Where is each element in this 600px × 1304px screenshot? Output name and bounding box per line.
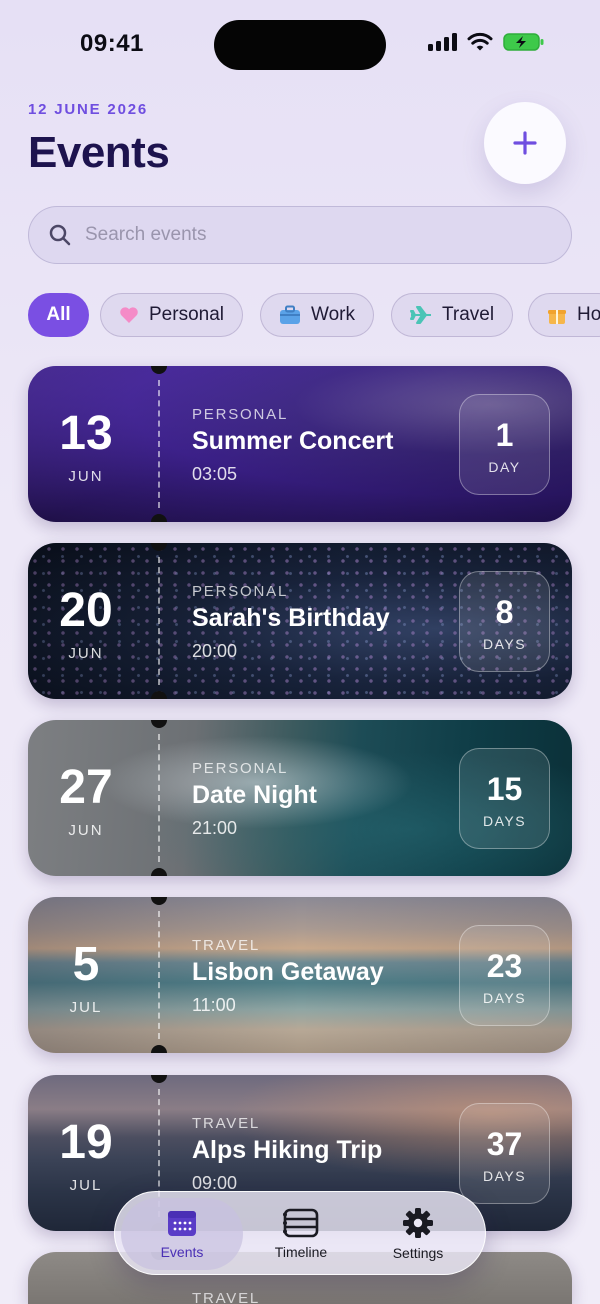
countdown-value: 37 xyxy=(486,1126,523,1162)
event-month: JUN xyxy=(68,468,104,485)
page-title: Events xyxy=(28,128,170,177)
chip-label: Work xyxy=(311,304,355,325)
chip-label: Travel xyxy=(442,304,495,325)
wifi-icon xyxy=(467,32,493,51)
event-title: Summer Concert xyxy=(192,427,394,455)
countdown-value: 8 xyxy=(495,594,514,630)
event-day: 27 xyxy=(59,761,113,814)
event-title: Sarah's Birthday xyxy=(192,604,390,632)
event-card[interactable]: 20 JUN PERSONAL Sarah's Birthday 20:00 8… xyxy=(28,543,572,699)
event-time: 03:05 xyxy=(192,464,238,484)
tab-bar: Events Timeline Settings xyxy=(114,1191,486,1275)
timeline-icon xyxy=(283,1208,319,1238)
briefcase-icon xyxy=(279,305,301,325)
countdown-unit: DAY xyxy=(488,459,521,475)
calendar-icon xyxy=(168,1211,196,1236)
event-time: 21:00 xyxy=(192,818,238,838)
ticket-perforation xyxy=(158,380,160,508)
tab-label: Settings xyxy=(392,1245,444,1261)
event-title: Lisbon Getaway xyxy=(192,958,384,986)
tab-label: Timeline xyxy=(274,1244,328,1260)
event-card[interactable]: 13 JUN PERSONAL Summer Concert 03:05 1 D… xyxy=(28,366,572,522)
gear-icon xyxy=(403,1208,433,1238)
chip-label: Personal xyxy=(149,304,224,325)
event-day: 5 xyxy=(72,938,100,991)
countdown-unit: DAYS xyxy=(482,813,527,829)
event-category: TRAVEL xyxy=(192,1115,261,1132)
search-bar[interactable] xyxy=(28,206,572,264)
tab-events[interactable]: Events xyxy=(121,1198,243,1270)
plus-icon xyxy=(513,131,537,155)
filter-chip-work[interactable]: Work xyxy=(260,293,374,337)
countdown-value: 1 xyxy=(495,417,514,453)
event-category: PERSONAL xyxy=(192,760,289,777)
search-input[interactable] xyxy=(85,224,525,246)
filter-chip-all[interactable]: All xyxy=(28,293,89,337)
countdown-value: 15 xyxy=(486,771,523,807)
event-month: JUL xyxy=(69,999,103,1016)
filter-chip-holiday[interactable]: Ho xyxy=(528,293,600,337)
ticket-perforation xyxy=(158,557,160,685)
countdown-badge: 8 DAYS xyxy=(459,571,550,672)
dynamic-island xyxy=(214,20,386,70)
event-month: JUL xyxy=(69,1177,103,1194)
tab-timeline[interactable]: Timeline xyxy=(240,1198,362,1270)
current-date: 12 JUNE 2026 xyxy=(28,101,149,118)
status-time: 09:41 xyxy=(80,30,144,57)
event-day: 19 xyxy=(59,1116,113,1169)
battery-charging-icon xyxy=(503,33,544,51)
event-category: PERSONAL xyxy=(192,406,289,423)
event-title: Date Night xyxy=(192,781,317,809)
countdown-badge: 1 DAY xyxy=(459,394,550,495)
event-month: JUN xyxy=(68,645,104,662)
ticket-perforation xyxy=(158,734,160,862)
event-day: 20 xyxy=(59,584,113,637)
event-time: 11:00 xyxy=(192,995,236,1015)
countdown-value: 23 xyxy=(486,948,523,984)
countdown-badge: 37 DAYS xyxy=(459,1103,550,1204)
event-card[interactable]: 5 JUL TRAVEL Lisbon Getaway 11:00 23 DAY… xyxy=(28,897,572,1053)
tab-settings[interactable]: Settings xyxy=(357,1198,479,1270)
cellular-signal-icon xyxy=(428,33,457,51)
status-icons xyxy=(428,32,545,52)
countdown-unit: DAYS xyxy=(482,990,527,1006)
event-time: 20:00 xyxy=(192,641,238,661)
event-title: Alps Hiking Trip xyxy=(192,1136,383,1164)
filter-chip-travel[interactable]: Travel xyxy=(391,293,514,337)
chip-label: Ho xyxy=(577,304,600,325)
countdown-badge: 15 DAYS xyxy=(459,748,550,849)
event-category: TRAVEL xyxy=(192,937,261,954)
event-card[interactable]: 27 JUN PERSONAL Date Night 21:00 15 DAYS xyxy=(28,720,572,876)
event-category: TRAVEL xyxy=(192,1290,261,1304)
countdown-unit: DAYS xyxy=(482,1168,527,1184)
filter-chip-personal[interactable]: Personal xyxy=(100,293,243,337)
event-category: PERSONAL xyxy=(192,583,289,600)
filter-chips: All Personal Work Travel Ho xyxy=(28,293,600,339)
heart-icon xyxy=(119,306,139,324)
airplane-icon xyxy=(410,305,432,325)
gift-icon xyxy=(547,305,567,325)
event-month: JUN xyxy=(68,822,104,839)
event-day: 13 xyxy=(59,407,113,460)
status-bar: 09:41 xyxy=(0,0,600,90)
countdown-unit: DAYS xyxy=(482,636,527,652)
chip-label: All xyxy=(46,304,71,325)
ticket-perforation xyxy=(158,911,160,1039)
tab-label: Events xyxy=(160,1244,204,1260)
add-event-button[interactable] xyxy=(484,102,566,184)
search-icon xyxy=(49,224,71,246)
countdown-badge: 23 DAYS xyxy=(459,925,550,1026)
